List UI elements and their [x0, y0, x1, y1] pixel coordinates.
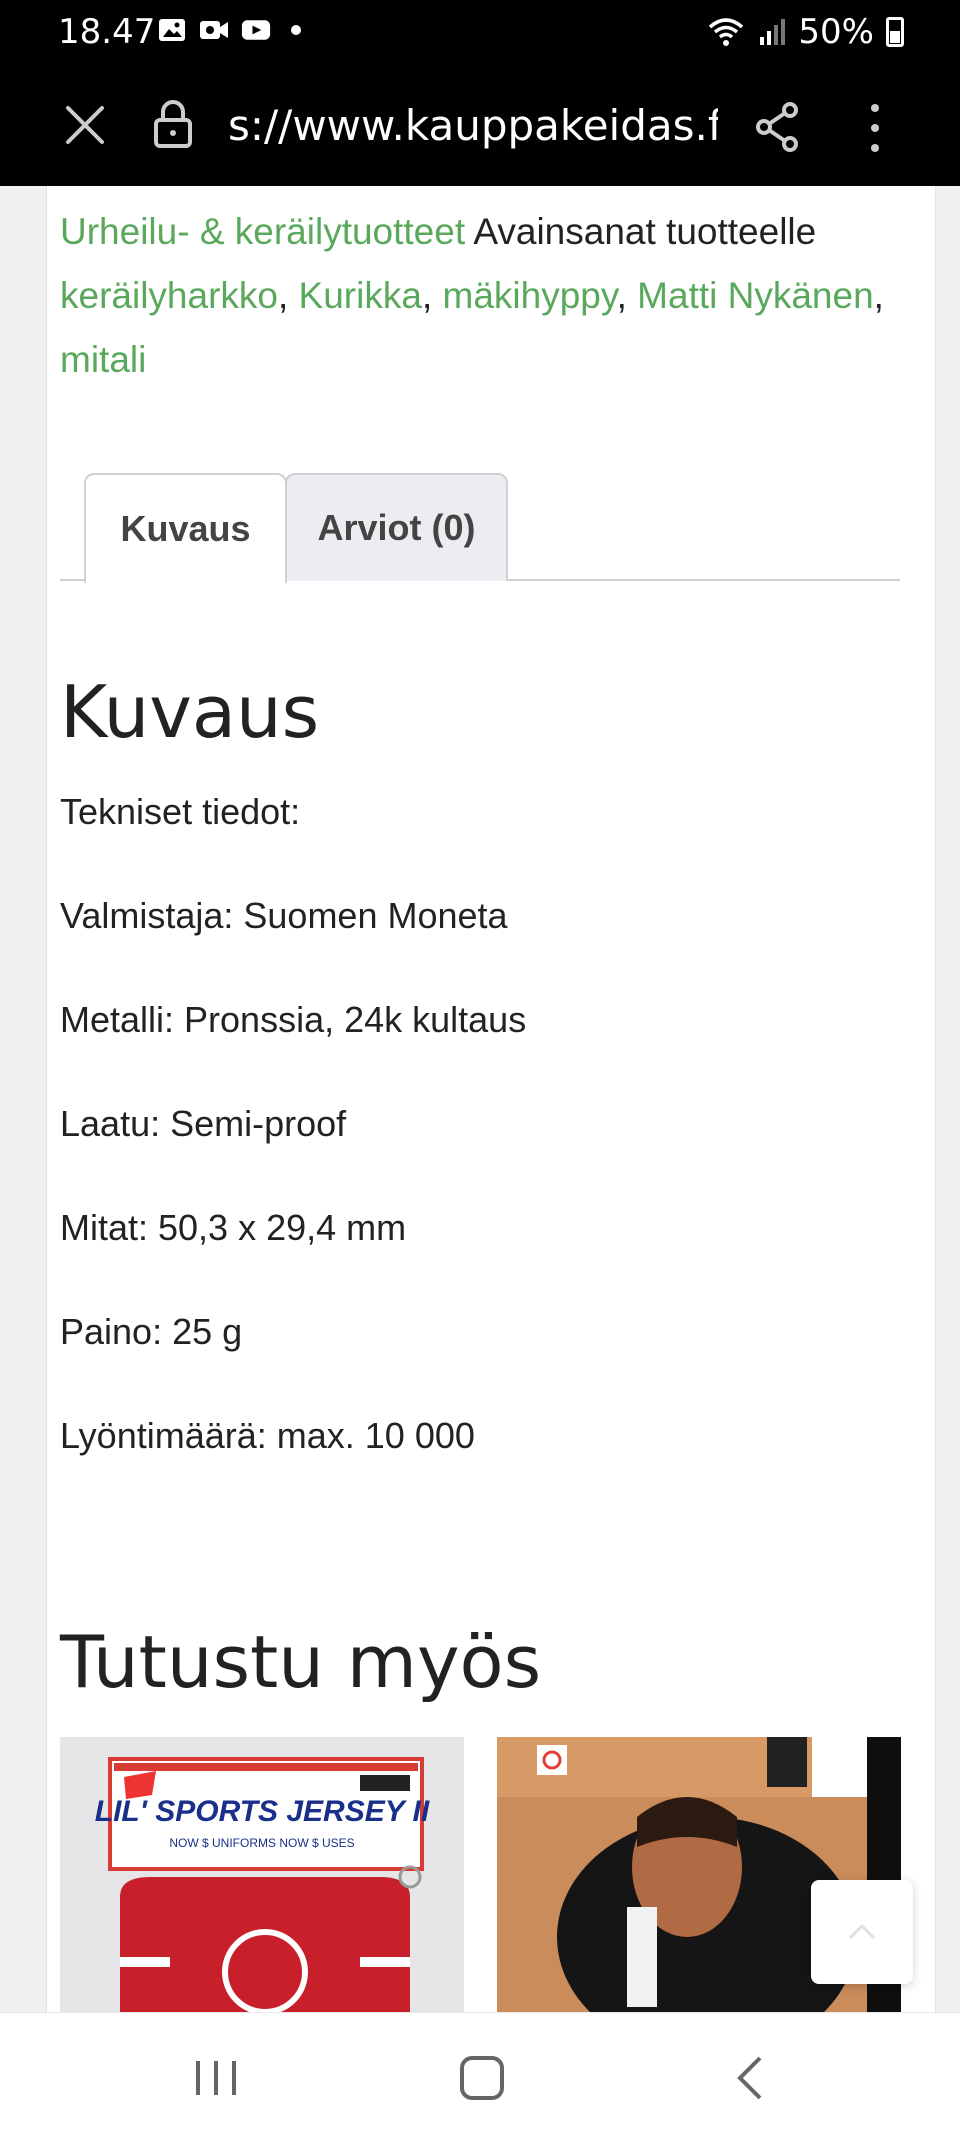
close-icon[interactable] [60, 100, 110, 150]
spec-line: Tekniset tiedot: [60, 791, 301, 832]
status-time: 18.47 [58, 12, 156, 52]
back-icon[interactable] [722, 2053, 782, 2103]
category-link[interactable]: Urheilu- & keräilytuotteet [60, 211, 465, 252]
scroll-to-top-button[interactable] [811, 1880, 913, 1984]
keyword-link[interactable]: Matti Nykänen [637, 275, 874, 316]
more-vert-icon[interactable] [860, 100, 890, 156]
related-heading: Tutustu myös [60, 1620, 542, 1704]
tab-arviot[interactable]: Arviot (0) [285, 473, 508, 581]
share-icon[interactable] [752, 100, 802, 154]
spec-line: Lyöntimäärä: max. 10 000 [60, 1415, 475, 1456]
keywords-label: Avainsanat tuotteelle [473, 211, 817, 252]
keyword-link[interactable]: mäkihyppy [443, 275, 617, 316]
system-navigation-bar [0, 2012, 960, 2140]
chevron-up-icon [848, 1923, 876, 1940]
youtube-icon [241, 20, 271, 40]
jersey-package-image: LIL' SPORTS JERSEY II NOW $ UNIFORMS NOW… [60, 1737, 464, 2012]
spec-list: Tekniset tiedot: Valmistaja: Suomen Mone… [60, 790, 900, 1518]
package-subtext: NOW $ UNIFORMS NOW $ USES [169, 1836, 354, 1850]
spec-line: Valmistaja: Suomen Moneta [60, 895, 508, 936]
browser-toolbar: s://www.kauppakeidas.fi/t [0, 66, 960, 186]
spec-line: Mitat: 50,3 x 29,4 mm [60, 1207, 407, 1248]
description-heading: Kuvaus [60, 670, 320, 754]
video-call-icon [200, 21, 228, 39]
notification-dot-icon [291, 25, 301, 35]
product-tabs: Kuvaus Arviot (0) [60, 473, 900, 583]
notification-icons [157, 17, 301, 43]
product-meta: Urheilu- & keräilytuotteet Avainsanat tu… [60, 211, 884, 380]
recent-apps-icon[interactable] [186, 2053, 246, 2103]
keyword-link[interactable]: Kurikka [299, 275, 422, 316]
spec-line: Metalli: Pronssia, 24k kultaus [60, 999, 527, 1040]
wifi-icon [709, 18, 744, 46]
image-icon [159, 19, 185, 41]
spec-line: Paino: 25 g [60, 1311, 243, 1352]
system-status: 50% [706, 12, 904, 52]
package-title: LIL' SPORTS JERSEY II [95, 1795, 430, 1828]
battery-percentage: 50% [798, 12, 874, 52]
url-bar[interactable]: s://www.kauppakeidas.fi/t [228, 96, 718, 156]
keyword-link[interactable]: mitali [60, 339, 146, 380]
keyword-link[interactable]: keräilyharkko [60, 275, 278, 316]
battery-icon [886, 17, 904, 47]
tab-kuvaus[interactable]: Kuvaus [84, 473, 287, 583]
home-icon[interactable] [452, 2053, 512, 2103]
signal-icon [760, 19, 786, 45]
related-product-image[interactable]: LIL' SPORTS JERSEY II NOW $ UNIFORMS NOW… [60, 1737, 464, 2012]
lock-icon[interactable] [152, 98, 194, 150]
status-bar: 18.47 50% [0, 0, 960, 66]
spec-line: Laatu: Semi-proof [60, 1103, 347, 1144]
